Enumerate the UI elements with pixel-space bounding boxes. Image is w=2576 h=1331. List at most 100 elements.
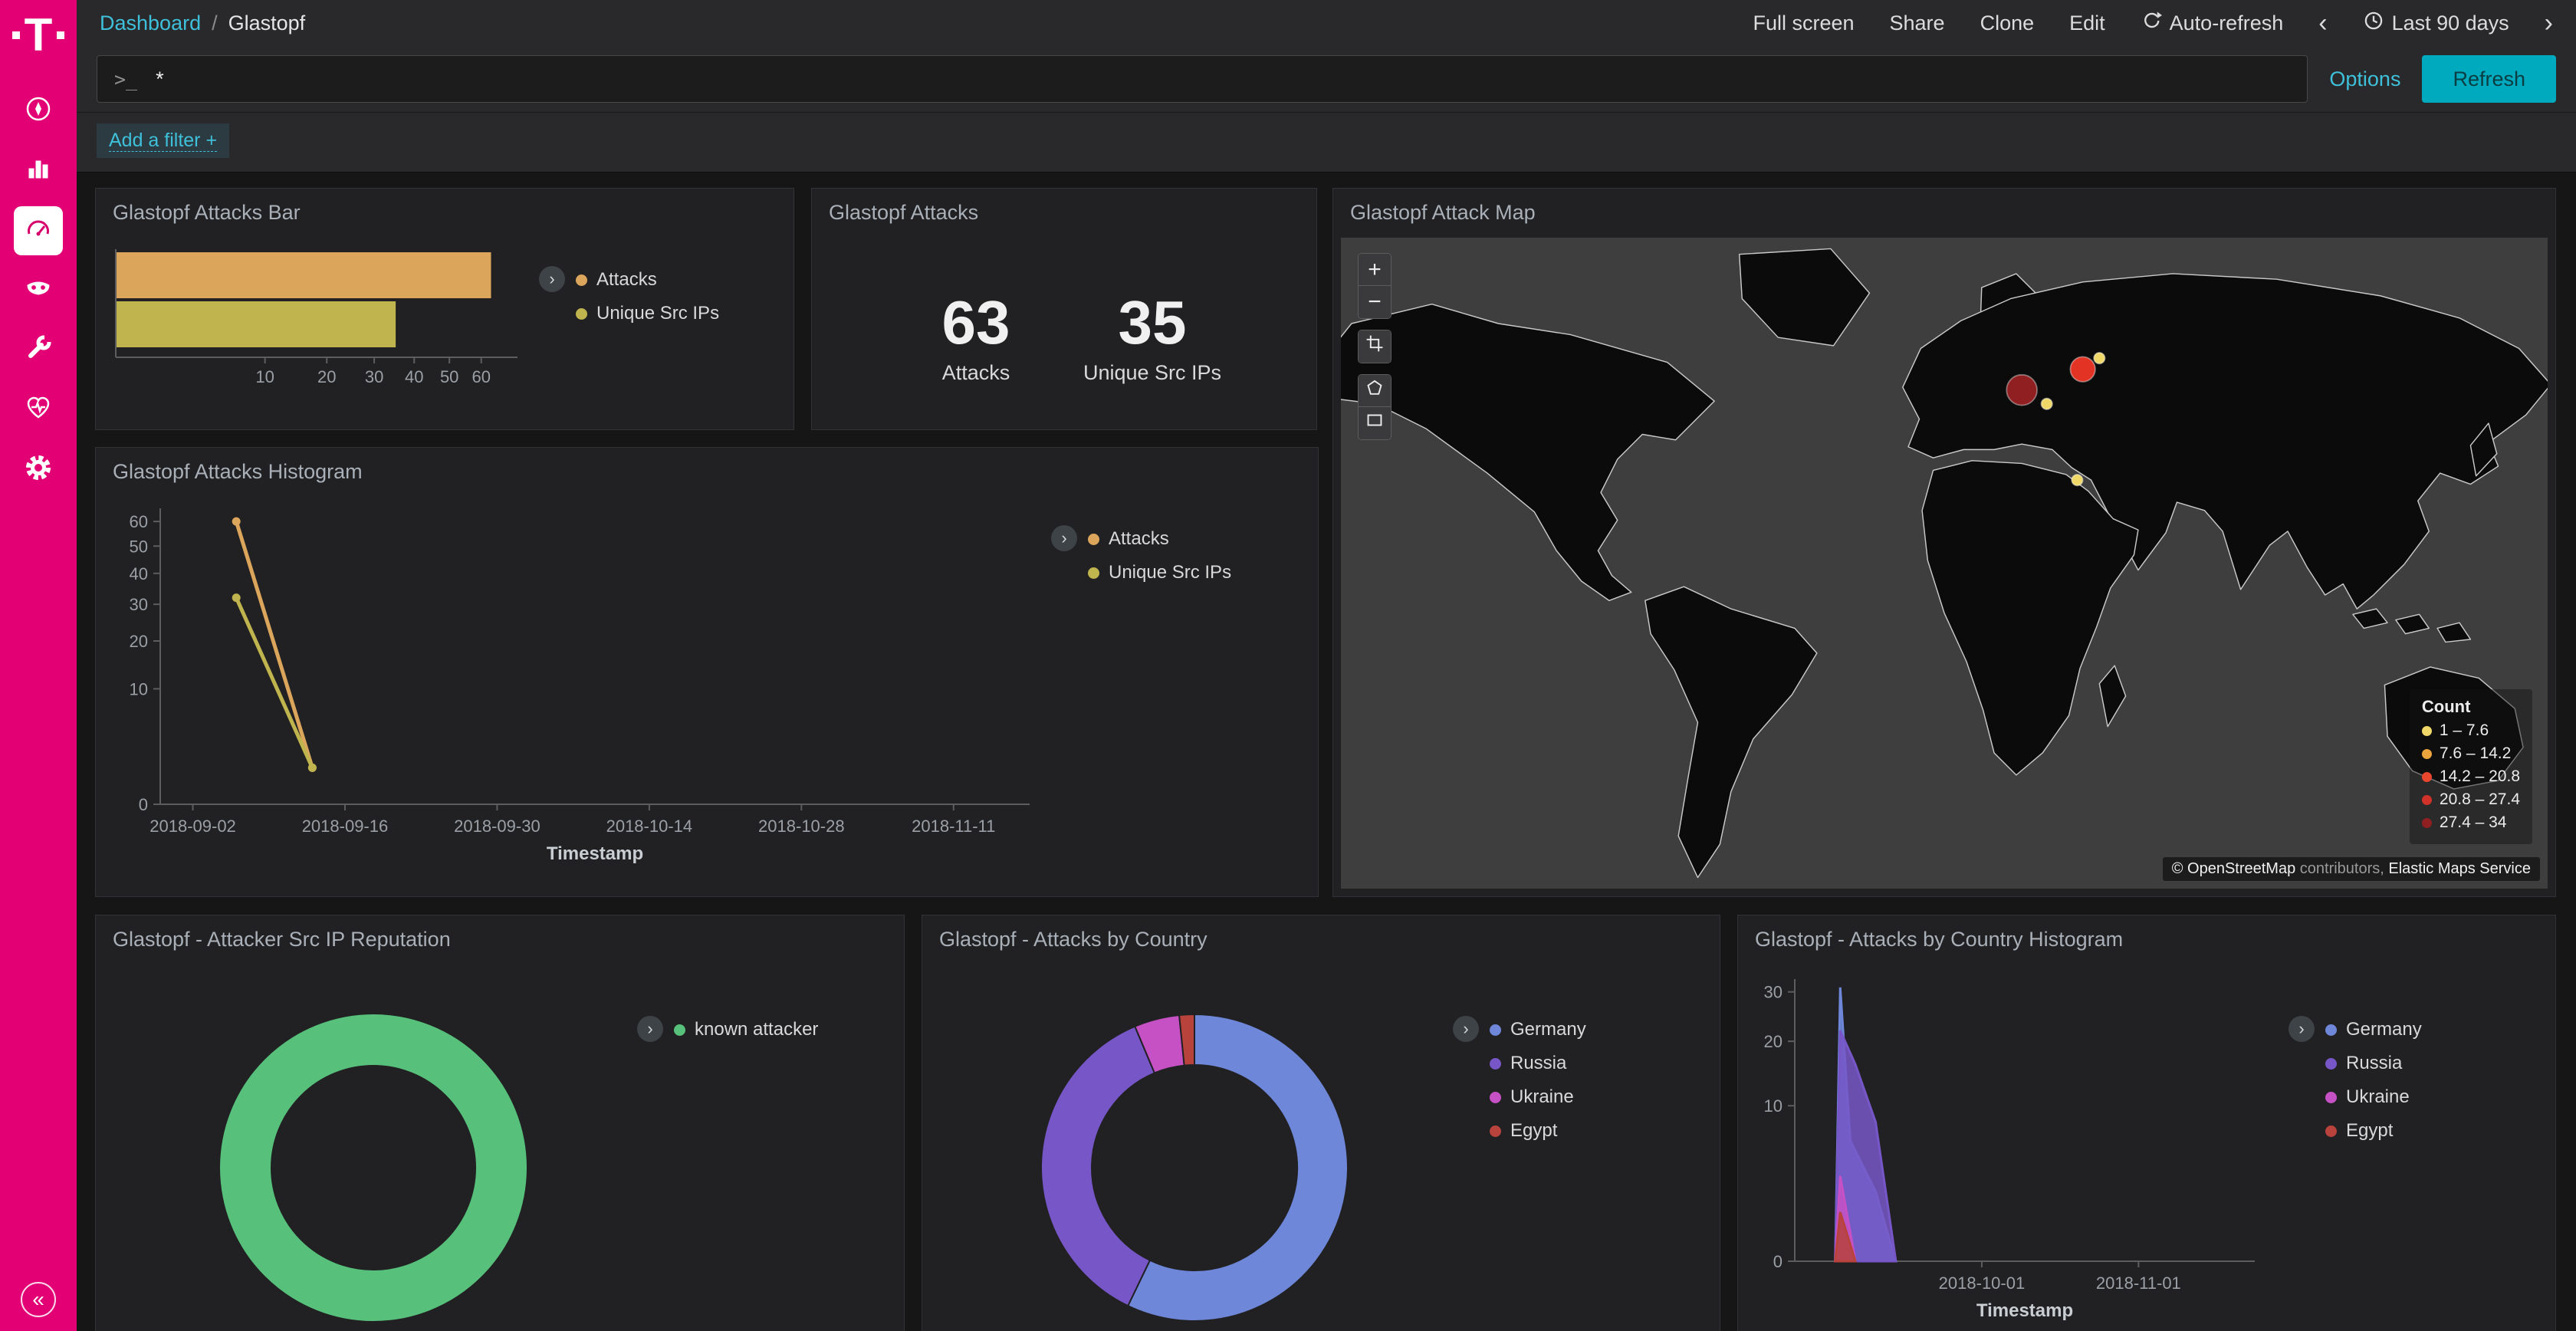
legend-toggle-icon[interactable]: › — [1051, 525, 1077, 551]
map-legend-dot — [2422, 749, 2432, 759]
legend-item-unique-src-ips[interactable]: Unique Src IPs — [576, 303, 719, 324]
sidebar-item-dashboard[interactable] — [14, 206, 63, 255]
legend-item-egypt[interactable]: Egypt — [2325, 1120, 2422, 1142]
map-legend-range: 1 – 7.6 — [2440, 721, 2489, 740]
legend-toggle-icon[interactable]: › — [637, 1016, 663, 1042]
legend-item-unique-src-ips[interactable]: Unique Src IPs — [1088, 562, 1231, 583]
rectangle-select-button[interactable] — [1359, 407, 1391, 439]
polygon-select-button[interactable] — [1359, 375, 1391, 407]
legend-item-russia[interactable]: Russia — [2325, 1053, 2422, 1074]
map-legend-dot — [2422, 772, 2432, 782]
attack-point — [2094, 353, 2104, 363]
sidebar-item-timelion[interactable] — [14, 266, 63, 315]
bar-chart-icon — [23, 153, 54, 189]
legend-dot — [576, 308, 587, 320]
telekom-logo: T — [12, 12, 65, 58]
map-legend-row: 20.8 – 27.4 — [2422, 790, 2520, 809]
legend-label: Ukraine — [1510, 1086, 1574, 1108]
legend-item-attacks[interactable]: Attacks — [1088, 528, 1231, 550]
map-legend-row: 14.2 – 20.8 — [2422, 767, 2520, 786]
auto-refresh-label: Auto-refresh — [2170, 12, 2284, 35]
panel-title: Glastopf - Attacks by Country Histogram — [1738, 915, 2555, 964]
legend-item-ukraine[interactable]: Ukraine — [2325, 1086, 2422, 1108]
legend-dot — [2325, 1024, 2337, 1036]
legend-label: Egypt — [1510, 1120, 1557, 1142]
panel-glastopf-attacks: Glastopf Attacks 63 Attacks 35 Unique Sr… — [811, 188, 1317, 430]
panel-glastopf-attacks-bar: Glastopf Attacks Bar 102030405060 ›Attac… — [95, 188, 794, 430]
legend-label: Egypt — [2346, 1120, 2393, 1142]
sidebar-item-monitoring[interactable] — [14, 386, 63, 435]
legend-item-known-attacker[interactable]: known attacker — [674, 1019, 818, 1040]
by-country-legend: › Germany Russia Ukraine Egypt — [1453, 970, 1706, 1331]
reputation-donut-chart — [110, 970, 637, 1331]
panel-title: Glastopf Attacks Bar — [96, 189, 794, 237]
svg-text:2018-11-11: 2018-11-11 — [912, 817, 995, 836]
query-bar: >_ * Options Refresh — [77, 46, 2576, 113]
time-forward-chevron-icon[interactable]: › — [2545, 10, 2553, 36]
map-legend-range: 14.2 – 20.8 — [2440, 767, 2520, 786]
fit-data-bounds-button[interactable] — [1359, 330, 1391, 363]
auto-refresh-button[interactable]: Auto-refresh — [2141, 10, 2284, 37]
map-legend-dot — [2422, 726, 2432, 736]
svg-text:20: 20 — [317, 367, 336, 386]
full-screen-button[interactable]: Full screen — [1753, 12, 1854, 35]
refresh-cycle-icon — [2141, 10, 2162, 37]
legend-item-ukraine[interactable]: Ukraine — [1490, 1086, 1586, 1108]
panel-glastopf-attack-map: Glastopf Attack Map — [1332, 188, 2556, 897]
map-legend-dot — [2422, 818, 2432, 828]
attacks-bar-legend: › Attacks Unique Src IPs — [539, 243, 792, 396]
clock-icon — [2363, 10, 2384, 37]
add-filter-button[interactable]: Add a filter + — [97, 123, 229, 158]
osm-attribution-link[interactable]: © OpenStreetMap — [2172, 860, 2295, 877]
svg-text:2018-10-01: 2018-10-01 — [1939, 1273, 2026, 1293]
breadcrumb-separator: / — [212, 12, 218, 35]
top-nav-actions: Full screen Share Clone Edit Auto-refres… — [1753, 10, 2553, 37]
sidebar-collapse-button[interactable]: « — [21, 1282, 56, 1317]
mask-icon — [23, 273, 54, 309]
time-back-chevron-icon[interactable]: ‹ — [2318, 10, 2327, 36]
legend-label: known attacker — [695, 1019, 818, 1040]
edit-button[interactable]: Edit — [2069, 12, 2105, 35]
svg-text:10: 10 — [130, 679, 148, 698]
query-input[interactable]: >_ * — [97, 55, 2308, 103]
app: T — [0, 0, 2576, 1331]
map-legend-dot — [2422, 795, 2432, 805]
logo-square-right — [57, 31, 64, 39]
attack-point — [2041, 399, 2052, 409]
legend-toggle-icon[interactable]: › — [539, 266, 565, 292]
sidebar-item-visualize[interactable] — [14, 146, 63, 196]
legend-item-attacks[interactable]: Attacks — [576, 269, 719, 291]
time-range-picker[interactable]: Last 90 days — [2363, 10, 2509, 37]
legend-dot — [674, 1024, 685, 1036]
zoom-out-button[interactable]: − — [1359, 286, 1391, 318]
legend-item-russia[interactable]: Russia — [1490, 1053, 1586, 1074]
legend-label: Attacks — [596, 269, 657, 291]
legend-toggle-icon[interactable]: › — [1453, 1016, 1479, 1042]
legend-label: Ukraine — [2346, 1086, 2410, 1108]
legend-item-germany[interactable]: Germany — [2325, 1019, 2422, 1040]
refresh-button[interactable]: Refresh — [2422, 55, 2556, 103]
svg-text:50: 50 — [440, 367, 458, 386]
sidebar-item-dev-tools[interactable] — [14, 326, 63, 375]
zoom-in-button[interactable]: + — [1359, 254, 1391, 286]
by-country-histogram-chart: 01020302018-10-012018-11-01Timestamp — [1752, 970, 2288, 1331]
legend-label: Germany — [1510, 1019, 1586, 1040]
panel-title: Glastopf Attacks Histogram — [96, 448, 1318, 496]
polygon-icon — [1365, 378, 1385, 404]
dashboard-content: Glastopf Attacks Bar 102030405060 ›Attac… — [77, 173, 2576, 1331]
map-legend-range: 7.6 – 14.2 — [2440, 744, 2511, 763]
legend-item-egypt[interactable]: Egypt — [1490, 1120, 1586, 1142]
sidebar-item-discover[interactable] — [14, 87, 63, 136]
options-link[interactable]: Options — [2329, 67, 2400, 91]
metric-label: Unique Src IPs — [1079, 361, 1225, 385]
share-button[interactable]: Share — [1890, 12, 1945, 35]
metric-unique-src-ips: 35 Unique Src IPs — [1079, 288, 1225, 385]
breadcrumb-dashboard[interactable]: Dashboard — [100, 12, 201, 35]
clone-button[interactable]: Clone — [1980, 12, 2035, 35]
ems-attribution-link[interactable]: Elastic Maps Service — [2388, 860, 2531, 877]
sidebar-item-management[interactable] — [14, 445, 63, 495]
attack-map[interactable]: + − — [1341, 238, 2548, 889]
legend-item-germany[interactable]: Germany — [1490, 1019, 1586, 1040]
map-legend-row: 1 – 7.6 — [2422, 721, 2520, 740]
legend-toggle-icon[interactable]: › — [2288, 1016, 2315, 1042]
